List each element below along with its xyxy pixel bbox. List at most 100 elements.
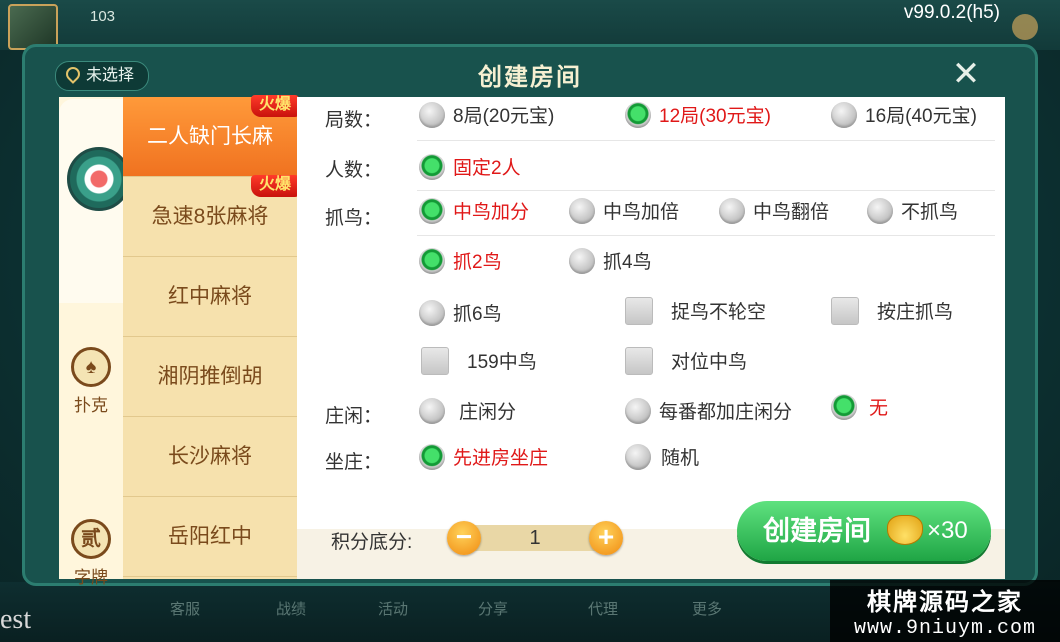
gear-icon[interactable] [1012,14,1038,40]
divider [417,140,995,141]
dealer-idle-every[interactable]: 每番都加庄闲分 [625,397,792,424]
checkbox-icon [421,347,449,375]
bird-option-none[interactable]: 不抓鸟 [867,197,958,224]
game-tab-jisu[interactable]: 急速8张麻将 火爆 [123,175,299,257]
game-tab-yueyang[interactable]: 岳阳红中 [123,497,297,577]
checkbox-label: 捉鸟不轮空 [671,302,767,323]
dealer-idle-none[interactable]: 无 [831,393,888,420]
bird-count-4[interactable]: 抓4鸟 [569,247,652,274]
rounds-option-label: 8局(20元宝) [453,106,555,127]
divider [417,235,995,236]
lobby-top-bar: 103 v99.0.2(h5) [0,0,1060,50]
radio-icon [867,198,893,224]
rounds-option-12[interactable]: 12局(30元宝) [625,101,771,128]
category-column: ♠ 扑克 贰 字牌 [59,97,131,587]
create-room-label: 创建房间 [763,516,871,546]
checkbox-icon [625,347,653,375]
checkbox-no-empty[interactable]: 捉鸟不轮空 [625,297,766,325]
players-option-2[interactable]: 固定2人 [419,153,521,180]
category-zipai[interactable]: 贰 字牌 [59,519,123,588]
close-icon[interactable]: ✕ [949,57,983,91]
score-value: 1 [461,525,609,551]
bird-count-6[interactable]: 抓6鸟 [419,299,502,326]
radio-selected-icon [419,154,445,180]
radio-selected-icon [625,102,651,128]
bottom-nav-activity[interactable]: 活动 [378,598,408,619]
radio-icon [569,248,595,274]
bird-option-double[interactable]: 中鸟加倍 [569,197,679,224]
minus-button[interactable]: − [447,521,481,555]
sit-dealer-random[interactable]: 随机 [625,443,699,470]
checkbox-icon [831,297,859,325]
bird-option-label: 中鸟加倍 [603,202,680,223]
dialog-footer: 积分底分: 1 − + 创建房间 ×30 [297,501,1005,579]
hot-badge: 火爆 [250,95,299,117]
dealer-idle-option-label: 庄闲分 [459,402,517,423]
sit-dealer-option-label: 先进房坐庄 [453,448,549,469]
dealer-idle-option-label: 每番都加庄闲分 [659,402,793,423]
bird-option-flip[interactable]: 中鸟翻倍 [719,197,829,224]
radio-icon [625,398,651,424]
checkbox-label: 159中鸟 [467,352,537,373]
bird-count-2[interactable]: 抓2鸟 [419,247,502,274]
plus-button[interactable]: + [589,521,623,555]
bottom-nav-agent[interactable]: 代理 [588,598,618,619]
bird-option-label: 不抓鸟 [901,202,959,223]
rounds-option-16[interactable]: 16局(40元宝) [831,101,977,128]
dialog-header: 未选择 创建房间 ✕ [25,47,1035,99]
score-stepper: 1 − + [447,521,623,555]
radio-icon [569,198,595,224]
bird-count-label: 抓6鸟 [453,304,502,325]
rounds-option-label: 16局(40元宝) [865,106,977,127]
game-tab-label: 红中麻将 [168,285,252,308]
user-coins: 103 [90,8,116,25]
category-poker[interactable]: ♠ 扑克 [59,347,123,416]
bottom-nav-record[interactable]: 战绩 [276,598,306,619]
sit-dealer-label: 坐庄： [325,452,383,473]
create-room-button[interactable]: 创建房间 ×30 [737,501,991,561]
bird-option-add[interactable]: 中鸟加分 [419,197,529,224]
bird-count-label: 抓4鸟 [603,252,652,273]
watermark: 棋牌源码之家 www.9niuym.com [830,580,1060,642]
game-tab-label: 急速8张麻将 [151,205,269,228]
rounds-option-8[interactable]: 8局(20元宝) [419,101,554,128]
bird-option-label: 中鸟加分 [453,202,530,223]
options-panel: 局数： 8局(20元宝) 12局(30元宝) 16局(40元宝) 人数： 固定2… [297,97,1005,529]
game-tab-label: 二人缺门长麻 [147,125,273,148]
game-tab-label: 湘阴推倒胡 [157,365,263,388]
dealer-idle-score[interactable]: 庄闲分 [419,397,516,424]
dealer-idle-option-label: 无 [869,398,889,419]
rounds-option-label: 12局(30元宝) [659,106,771,127]
category-zipai-label: 字牌 [74,568,108,587]
sit-dealer-first[interactable]: 先进房坐庄 [419,443,548,470]
checkbox-label: 对位中鸟 [671,352,748,373]
bottom-nav-share[interactable]: 分享 [478,598,508,619]
players-option-label: 固定2人 [453,158,521,179]
room-cost: ×30 [927,517,968,544]
radio-icon [419,102,445,128]
mahjong-emblem-icon [67,147,131,211]
game-tab-xiangyin[interactable]: 湘阴推倒胡 [123,337,297,417]
game-tab-changsha[interactable]: 长沙麻将 [123,417,297,497]
category-poker-label: 扑克 [74,396,108,415]
zipai-icon: 贰 [71,519,111,559]
checkbox-dealer-bird[interactable]: 按庄抓鸟 [831,297,953,325]
checkbox-159[interactable]: 159中鸟 [421,347,537,375]
game-tab-label: 岳阳红中 [168,525,252,548]
dealer-idle-label: 庄闲： [325,406,383,427]
game-tab-hongzhong[interactable]: 红中麻将 [123,257,297,337]
radio-icon [719,198,745,224]
version-label: v99.0.2(h5) [903,2,1000,23]
bottom-nav-more[interactable]: 更多 [692,598,722,619]
watermark-url: www.9niuym.com [853,617,1037,640]
game-tab-label: 长沙麻将 [168,445,252,468]
bird-count-label: 抓2鸟 [453,252,502,273]
divider [417,190,995,191]
checkbox-opposite[interactable]: 对位中鸟 [625,347,747,375]
bottom-nav-service[interactable]: 客服 [170,598,200,619]
gold-ingot-icon [887,515,923,545]
game-tab-erren[interactable]: 二人缺门长麻 火爆 [123,95,299,177]
score-label: 积分底分: [331,532,413,553]
bird-option-label: 中鸟翻倍 [753,202,830,223]
category-mahjong[interactable] [59,99,131,303]
